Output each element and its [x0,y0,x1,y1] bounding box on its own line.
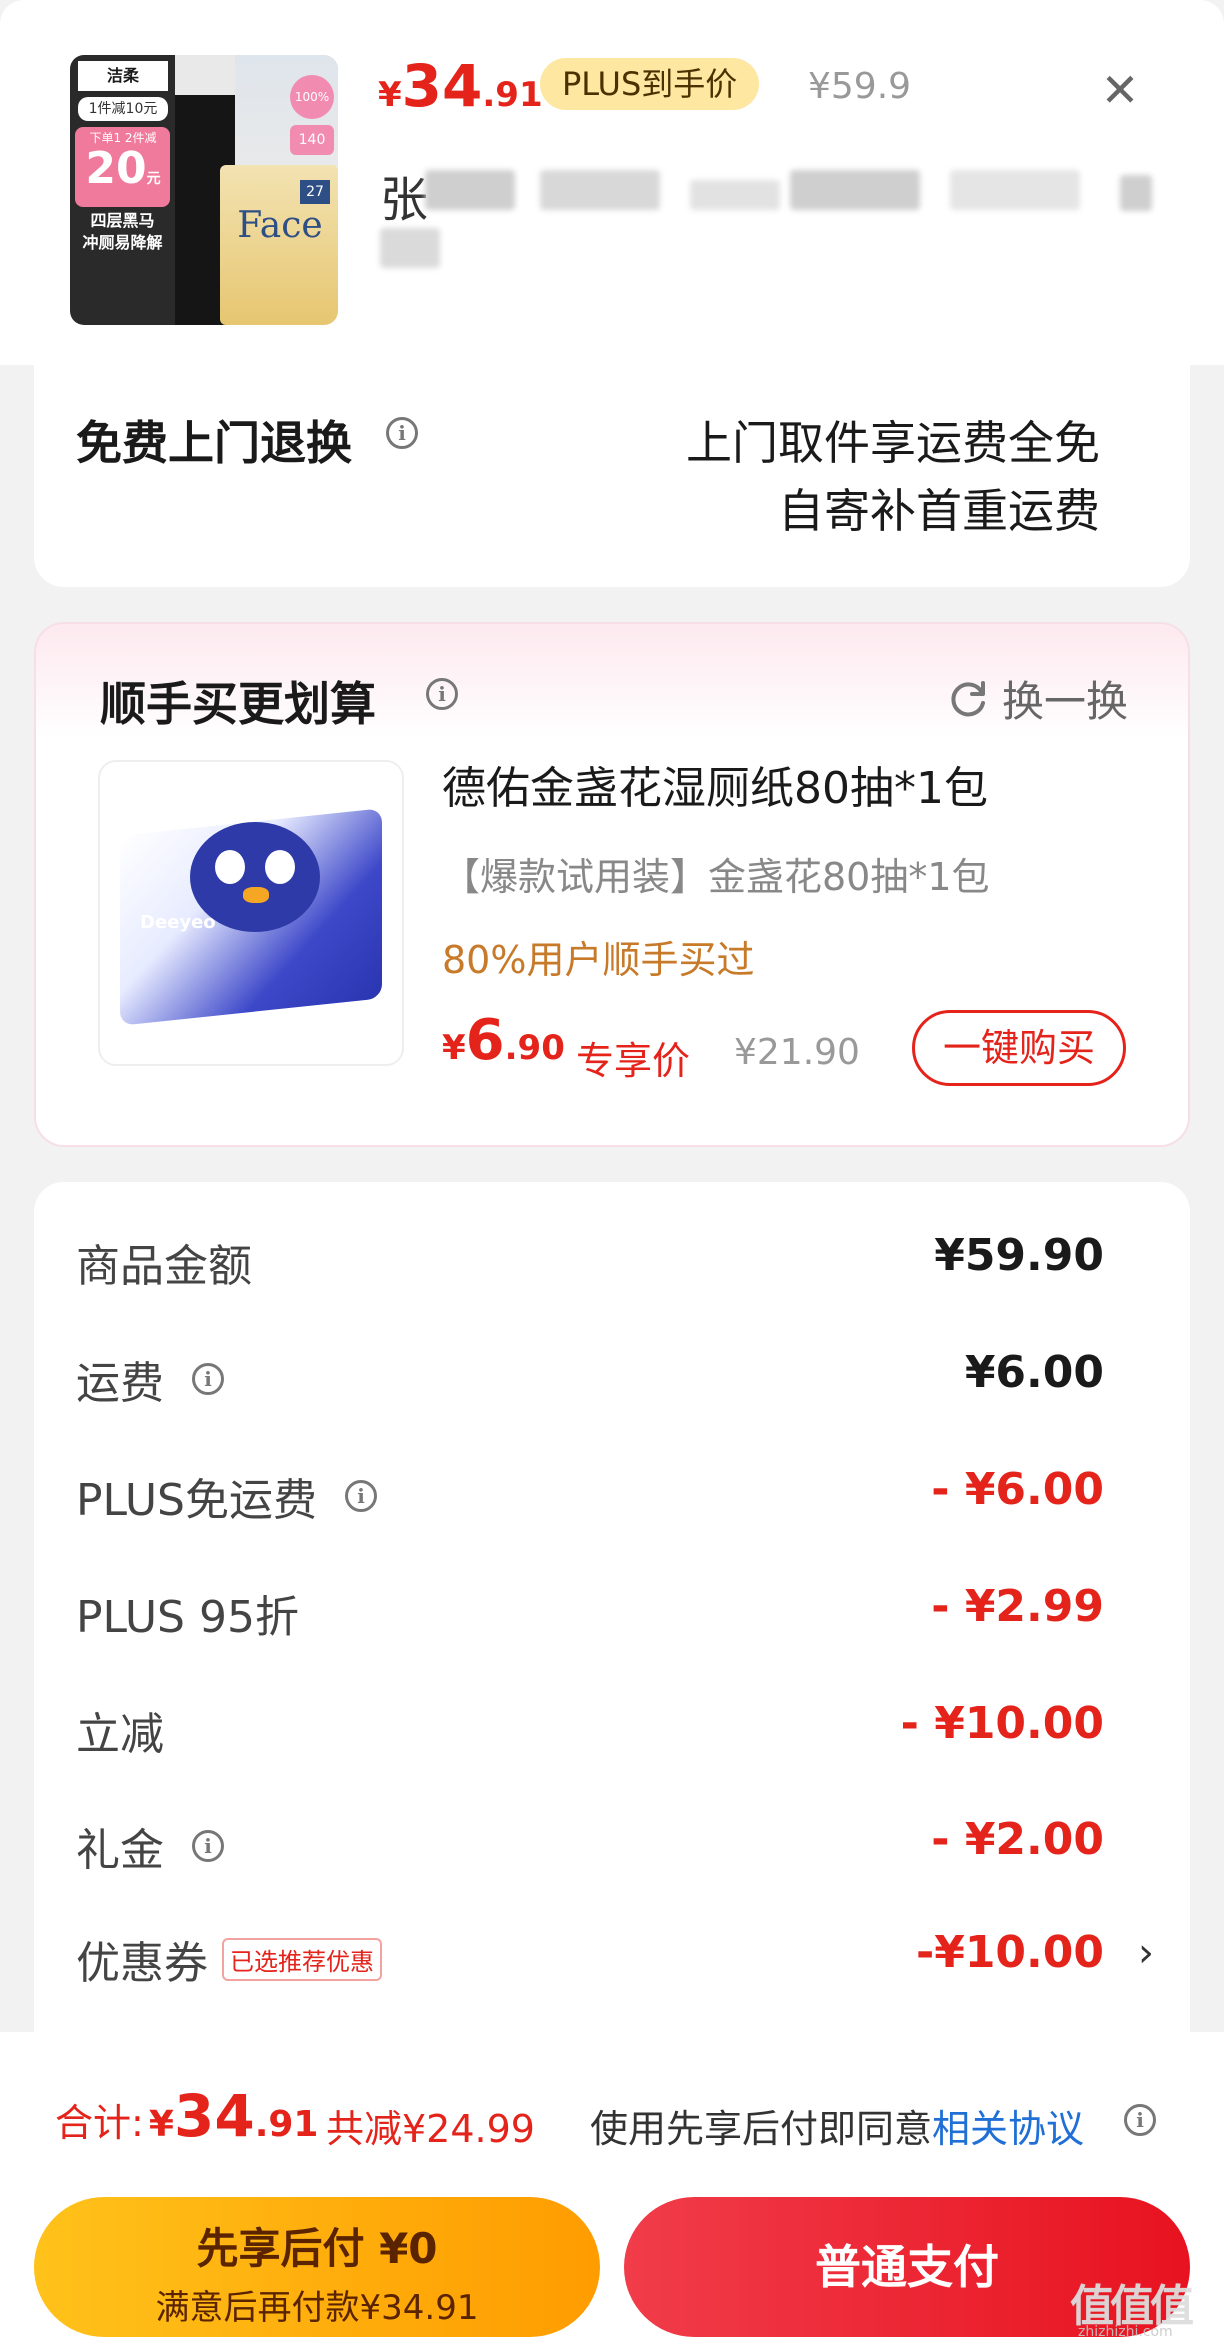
agreement-notice: 使用先享后付即同意相关协议 [590,2107,1085,2151]
addon-item-spec: 【爆款试用装】金盏花80抽*1包 [442,855,990,899]
summary-row-value: - ¥6.00 [931,1464,1104,1515]
plus-price-badge: PLUS到手价 [540,58,760,110]
product-title-obscured: 张 [380,172,429,228]
returns-line1: 上门取件享运费全免 [686,416,1100,470]
summary-row-label: 运费 i [76,1347,224,1411]
summary-row-label: 礼金 i [76,1814,224,1878]
chevron-right-icon[interactable]: › [1138,1930,1154,1976]
thumb-line1: 四层黑马 [90,211,155,230]
refresh-label: 换一换 [1001,677,1128,726]
info-icon[interactable]: i [192,1830,224,1862]
thumb-promo-top: 1件减10元 [78,97,168,121]
refresh-icon [951,680,985,716]
coupon-row[interactable]: 优惠券 已选推荐优惠 [76,1927,382,1991]
refresh-button[interactable]: 换一换 [946,668,1128,729]
total-saved: 共减¥24.99 [326,2107,535,2151]
close-icon[interactable]: ✕ [1090,60,1150,120]
addon-price-tag: 专享价 [576,1039,691,1083]
info-icon[interactable]: i [345,1480,377,1512]
addon-item-title[interactable]: 德佑金盏花湿厕纸80抽*1包 [442,752,988,816]
thumb-badge: 100% [290,75,334,119]
thumb-face: Face [237,205,323,246]
pay-later-button[interactable]: 先享后付 ¥0 满意后再付款¥34.91 [34,2197,600,2337]
pay-later-subtitle: 满意后再付款¥34.91 [155,2288,479,2328]
summary-row-value: - ¥2.00 [931,1814,1104,1865]
price-summary-card: 商品金额 ¥59.90 运费 i ¥6.00 PLUS免运费 i - ¥6.00 PLUS 95… [34,1182,1190,2062]
coupon-label: 优惠券 [76,1938,208,1989]
product-price: ¥34.91 [378,52,543,120]
summary-row-label: 商品金额 [76,1241,252,1292]
total-label: 合计: [55,2101,144,2145]
watermark-url: zhizhizhi.com [1078,2324,1173,2340]
coupon-value[interactable]: -¥10.00 [916,1927,1104,1978]
addon-price: ¥6.90 [442,1008,565,1073]
addon-title: 顺手买更划算 [100,677,376,731]
checkout-bar: 合计: ¥34.91 共减¥24.99 使用先享后付即同意相关协议 i 先享后付… [0,2032,1224,2347]
product-thumbnail[interactable]: 洁柔 1件减10元 下单1 2件减 20元 四层黑马 冲厕易降解 Face 10… [70,55,338,325]
info-icon[interactable]: i [192,1363,224,1395]
summary-row-value: ¥59.90 [934,1230,1104,1281]
coupon-tag: 已选推荐优惠 [222,1937,382,1981]
addon-original-price: ¥21.90 [734,1032,860,1073]
original-price: ¥59.9 [808,66,912,107]
summary-row-value: - ¥2.99 [931,1581,1104,1632]
addon-social-proof: 80%用户顺手买过 [442,938,755,982]
thumb-line2: 冲厕易降解 [82,233,163,252]
thumb-brand: 洁柔 [78,61,168,91]
agreement-link[interactable]: 相关协议 [932,2107,1084,2151]
info-icon[interactable]: i [1124,2104,1156,2136]
pay-later-title: 先享后付 ¥0 [196,2224,438,2273]
summary-row-label: PLUS 95折 [76,1592,299,1643]
info-icon[interactable]: i [426,678,458,710]
summary-row-value: - ¥10.00 [900,1698,1104,1749]
addon-pack-brand: Deeyeo [140,912,216,933]
summary-row-label: 立减 [76,1709,164,1760]
returns-title: 免费上门退换 [76,416,352,470]
returns-card: 免费上门退换 i 上门取件享运费全免 自寄补首重运费 [34,365,1190,587]
summary-row-value: ¥6.00 [964,1347,1104,1398]
total-price: 合计: ¥34.91 [55,2082,319,2150]
returns-line2: 自寄补首重运费 [778,484,1100,538]
thumb-big-number: 20 [85,143,147,194]
info-icon[interactable]: i [386,417,418,449]
addon-card: 顺手买更划算 i 换一换 Deeyeo 德佑金盏花湿厕纸80抽*1包 【爆款试用… [34,622,1190,1147]
one-click-buy-button[interactable]: 一键购买 [912,1010,1126,1086]
summary-row-label: PLUS免运费 i [76,1464,377,1528]
addon-item-image[interactable]: Deeyeo [98,760,404,1066]
